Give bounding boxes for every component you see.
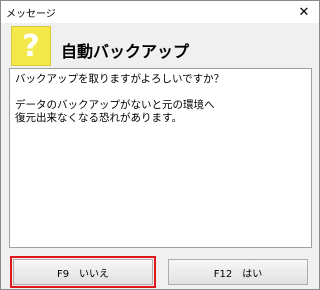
question-icon: ? bbox=[11, 26, 51, 66]
message-warning-line1: データのバックアップがないと元の環境へ bbox=[15, 99, 215, 111]
no-button[interactable]: F9 いいえ bbox=[10, 256, 156, 288]
dialog-header: ? 自動バックアップ bbox=[1, 23, 319, 68]
message-warning-line2: 復元出来なくなる恐れがあります。 bbox=[15, 112, 182, 124]
message-question: バックアップを取りますがよろしいですか？ bbox=[15, 73, 225, 85]
message-spacer bbox=[15, 86, 306, 99]
title-bar: メッセージ ✕ bbox=[1, 1, 319, 23]
dialog-heading: 自動バックアップ bbox=[61, 42, 190, 61]
close-icon[interactable]: ✕ bbox=[289, 1, 319, 23]
message-dialog: メッセージ ✕ ? 自動バックアップ バックアップを取りますがよろしいですか？ … bbox=[0, 0, 320, 290]
yes-button[interactable]: F12 はい bbox=[168, 259, 308, 285]
message-area: バックアップを取りますがよろしいですか？ データのバックアップがないと元の環境へ… bbox=[9, 68, 312, 248]
window-title: メッセージ bbox=[6, 9, 56, 20]
